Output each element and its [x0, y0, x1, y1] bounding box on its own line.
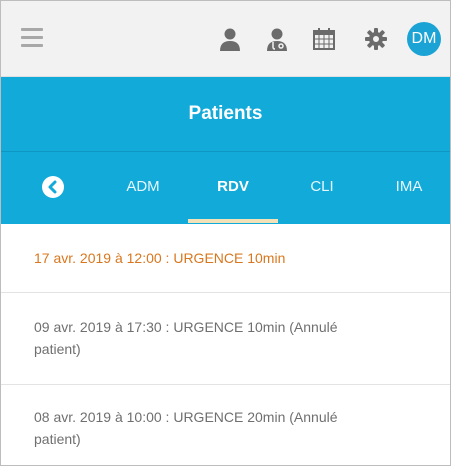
appointment-text: 09 avr. 2019 à 17:30 : URGENCE 10min (An… — [34, 319, 338, 357]
app-frame: DM Patients ADM RDV CLI IMA 17 avr. 2019… — [0, 0, 451, 466]
top-toolbar: DM — [1, 1, 450, 77]
appointment-text: 08 avr. 2019 à 10:00 : URGENCE 20min (An… — [34, 409, 338, 447]
doctor-icon[interactable] — [264, 26, 290, 52]
page-header: Patients — [1, 77, 450, 151]
settings-gear-icon[interactable] — [363, 26, 389, 52]
tab-ima[interactable]: IMA — [379, 152, 439, 224]
appointment-item[interactable]: 08 avr. 2019 à 10:00 : URGENCE 20min (An… — [1, 385, 450, 465]
appointment-text: 17 avr. 2019 à 12:00 : URGENCE 10min — [34, 250, 286, 266]
tab-adm[interactable]: ADM — [113, 152, 173, 224]
calendar-icon[interactable] — [311, 26, 337, 52]
tab-cli[interactable]: CLI — [292, 152, 352, 224]
tab-rdv[interactable]: RDV — [203, 152, 263, 224]
appointment-item[interactable]: 17 avr. 2019 à 12:00 : URGENCE 10min — [1, 224, 450, 293]
chevron-left-circle-icon — [48, 180, 57, 194]
user-avatar[interactable]: DM — [407, 22, 441, 56]
hamburger-menu-icon[interactable] — [21, 28, 43, 48]
back-button[interactable] — [42, 176, 64, 198]
page-title: Patients — [188, 103, 263, 124]
appointment-item[interactable]: 09 avr. 2019 à 17:30 : URGENCE 10min (An… — [1, 293, 450, 385]
active-tab-indicator — [188, 219, 278, 223]
tab-bar: ADM RDV CLI IMA — [1, 152, 450, 224]
user-icon[interactable] — [217, 26, 243, 52]
